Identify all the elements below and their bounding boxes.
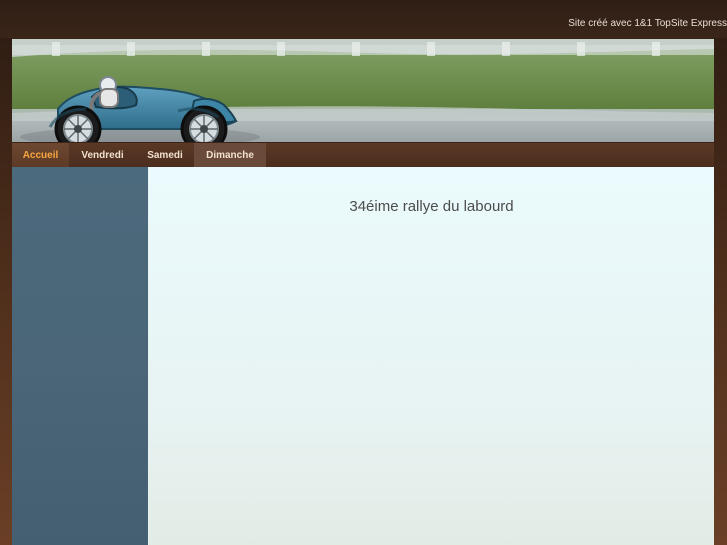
site-credit[interactable]: Site créé avec 1&1 TopSite Express [427,18,727,29]
top-bar: Site créé avec 1&1 TopSite Express [0,0,727,38]
page-title: 34éime rallye du labourd [349,198,514,215]
nav-accueil[interactable]: Accueil [12,143,69,168]
nav-vendredi[interactable]: Vendredi [69,143,136,168]
page-right-border [713,0,727,545]
header-banner [12,39,714,142]
banner-image [12,39,714,142]
main-nav: Accueil Vendredi Samedi Dimanche [12,142,714,168]
nav-dimanche[interactable]: Dimanche [194,143,266,168]
site-credit-text[interactable]: Site créé avec 1&1 TopSite Express [568,18,727,29]
main-content: 34éime rallye du labourd [149,167,714,545]
page-left-border [0,0,12,545]
left-sidebar [12,167,149,545]
nav-samedi[interactable]: Samedi [136,143,194,168]
